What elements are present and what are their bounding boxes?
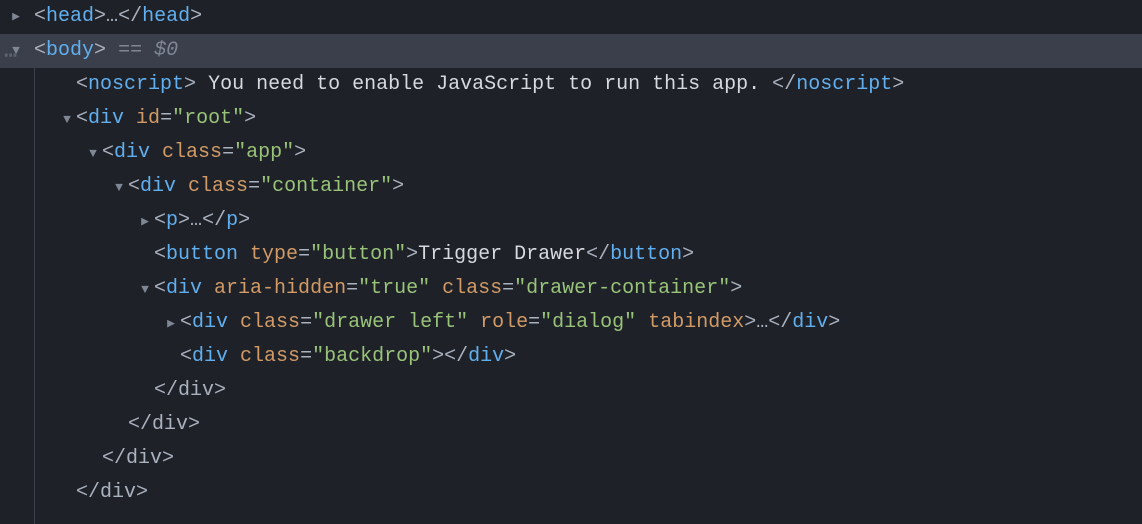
collapse-arrow-down-icon[interactable]: ▼ <box>138 279 152 301</box>
dom-line-close-div-1[interactable]: ▼</div> <box>0 374 1142 408</box>
dom-line-noscript[interactable]: ▼<noscript> You need to enable JavaScrip… <box>0 68 1142 102</box>
close-div: </div> <box>128 413 200 436</box>
dom-line-p[interactable]: ▶<p>…</p> <box>0 204 1142 238</box>
dom-line-close-div-4[interactable]: ▼</div> <box>0 476 1142 510</box>
dom-line-div-drawer-container[interactable]: ▼<div aria-hidden="true" class="drawer-c… <box>0 272 1142 306</box>
dom-line-div-drawer-left[interactable]: ▶<div class="drawer left" role="dialog" … <box>0 306 1142 340</box>
collapse-arrow-down-icon[interactable]: ▼ <box>60 109 74 131</box>
close-div: </div> <box>154 379 226 402</box>
dom-line-close-div-2[interactable]: ▼</div> <box>0 408 1142 442</box>
attr-class: class <box>442 277 502 300</box>
attr-id: id <box>136 107 160 130</box>
close-div: </div> <box>102 447 174 470</box>
tag-noscript: noscript <box>88 73 184 96</box>
attr-val-container: "container" <box>260 175 392 198</box>
dom-line-head[interactable]: ▶ <head>…</head> <box>0 0 1142 34</box>
close-div: </div> <box>76 481 148 504</box>
dom-line-div-root[interactable]: ▼<div id="root"> <box>0 102 1142 136</box>
attr-val-app: "app" <box>234 141 294 164</box>
dom-line-close-div-3[interactable]: ▼</div> <box>0 442 1142 476</box>
attr-type: type <box>250 243 298 266</box>
dom-line-body[interactable]: ⋯▼ <body> == $0 <box>0 34 1142 68</box>
collapse-arrow-down-icon[interactable]: ▼ <box>86 143 100 165</box>
dom-line-button[interactable]: ▼<button type="button">Trigger Drawer</b… <box>0 238 1142 272</box>
dom-line-div-container[interactable]: ▼<div class="container"> <box>0 170 1142 204</box>
collapse-arrow-right-icon[interactable]: ▶ <box>9 6 23 28</box>
button-text: Trigger Drawer <box>418 243 586 266</box>
attr-val-button-type: "button" <box>310 243 406 266</box>
tag-button: button <box>166 243 238 266</box>
tag-p: p <box>166 209 178 232</box>
dom-line-div-app[interactable]: ▼<div class="app"> <box>0 136 1142 170</box>
selected-node-indicator: == $0 <box>118 39 178 62</box>
dom-line-div-backdrop[interactable]: ▼<div class="backdrop"></div> <box>0 340 1142 374</box>
collapse-arrow-down-icon[interactable]: ▼ <box>112 177 126 199</box>
collapse-arrow-right-icon[interactable]: ▶ <box>138 211 152 233</box>
attr-class: class <box>162 141 222 164</box>
attr-class: class <box>188 175 248 198</box>
tag-body: body <box>46 39 94 62</box>
attr-val-root: "root" <box>172 107 244 130</box>
noscript-text: You need to enable JavaScript to run thi… <box>208 73 760 96</box>
tag-head: head <box>46 5 94 28</box>
collapse-arrow-right-icon[interactable]: ▶ <box>164 313 178 335</box>
ellipsis: … <box>106 5 118 28</box>
attr-aria-hidden: aria-hidden <box>214 277 346 300</box>
